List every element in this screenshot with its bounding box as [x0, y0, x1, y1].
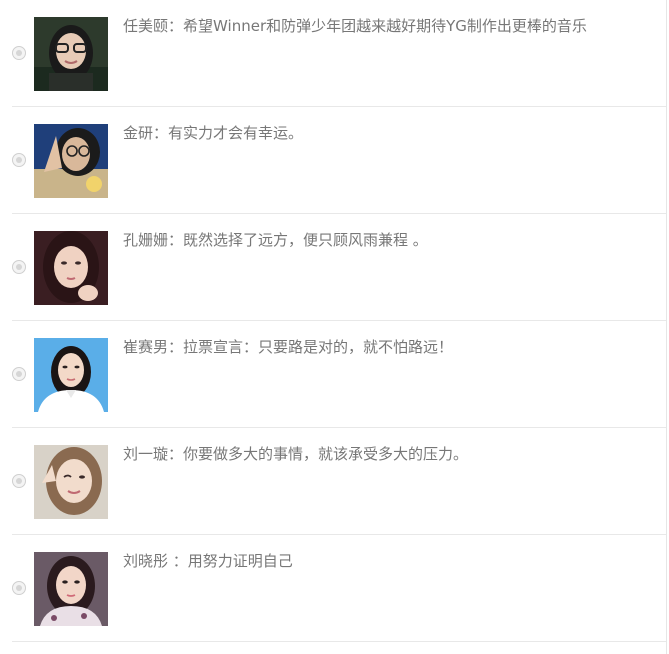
entry-caption: 刘晓彤 ：用努力证明自己: [123, 551, 293, 571]
entry-separator: ：: [168, 445, 184, 463]
candidate-list: 任美颐：希望Winner和防弹少年团越来越好期待YG制作出更棒的音乐 金研：有实…: [0, 0, 669, 654]
entry-message: 你要做多大的事情，就该承受多大的压力。: [183, 445, 469, 463]
list-item: 崔赛男：拉票宣言：只要路是对的，就不怕路远！: [0, 321, 666, 428]
avatar: [34, 17, 108, 91]
list-item: 刘一璇：你要做多大的事情，就该承受多大的压力。: [0, 428, 666, 535]
entry-separator: ：: [172, 552, 188, 570]
entry-name: 孔姗姗: [123, 231, 169, 249]
select-radio[interactable]: [12, 153, 26, 167]
entry-name: 刘晓彤: [123, 552, 173, 570]
avatar: [34, 552, 108, 626]
entry-message: 用努力证明自己: [187, 552, 293, 570]
entry-message: 既然选择了远方，便只顾风雨兼程 。: [183, 231, 428, 249]
entry-caption: 刘一璇：你要做多大的事情，就该承受多大的压力。: [123, 444, 468, 464]
entry-message: 拉票宣言：只要路是对的，就不怕路远！: [183, 338, 454, 356]
entry-message: 希望Winner和防弹少年团越来越好期待YG制作出更棒的音乐: [183, 17, 587, 35]
select-radio[interactable]: [12, 260, 26, 274]
list-item: 刘晓彤 ：用努力证明自己: [0, 535, 666, 642]
list-item: 孔姗姗：既然选择了远方，便只顾风雨兼程 。: [0, 214, 666, 321]
avatar: [34, 445, 108, 519]
right-border: [666, 0, 667, 654]
list-item: 金研：有实力才会有幸运。: [0, 107, 666, 214]
entry-separator: ：: [168, 231, 184, 249]
entry-caption: 金研：有实力才会有幸运。: [123, 123, 303, 143]
list-item: 任美颐：希望Winner和防弹少年团越来越好期待YG制作出更棒的音乐: [0, 0, 666, 107]
select-radio[interactable]: [12, 581, 26, 595]
divider: [12, 641, 666, 642]
avatar: [34, 124, 108, 198]
entry-name: 金研: [123, 124, 154, 142]
avatar: [34, 231, 108, 305]
entry-message: 有实力才会有幸运。: [168, 124, 304, 142]
entry-separator: ：: [153, 124, 169, 142]
entry-caption: 崔赛男：拉票宣言：只要路是对的，就不怕路远！: [123, 337, 453, 357]
select-radio[interactable]: [12, 46, 26, 60]
entry-name: 崔赛男: [123, 338, 169, 356]
select-radio[interactable]: [12, 474, 26, 488]
entry-name: 任美颐: [123, 17, 169, 35]
entry-separator: ：: [168, 338, 184, 356]
entry-caption: 任美颐：希望Winner和防弹少年团越来越好期待YG制作出更棒的音乐: [123, 16, 587, 36]
entry-name: 刘一璇: [123, 445, 169, 463]
entry-separator: ：: [168, 17, 184, 35]
select-radio[interactable]: [12, 367, 26, 381]
entry-caption: 孔姗姗：既然选择了远方，便只顾风雨兼程 。: [123, 230, 428, 250]
avatar: [34, 338, 108, 412]
